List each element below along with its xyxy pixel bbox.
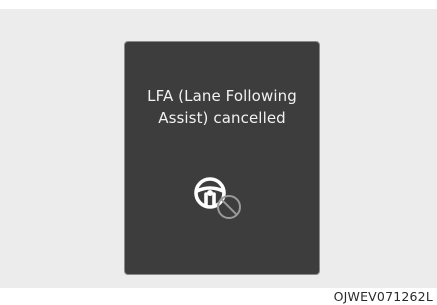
steering-wheel-cancelled-icon bbox=[186, 169, 258, 225]
popup-message-line-1: LFA (Lane Following bbox=[147, 87, 297, 105]
prohibition-icon bbox=[217, 195, 241, 219]
lfa-cancelled-popup: LFA (Lane Following Assist) cancelled bbox=[124, 41, 320, 275]
figure-reference-code: OJWEV071262L bbox=[333, 289, 433, 304]
popup-message-line-2: Assist) cancelled bbox=[158, 109, 286, 127]
popup-message: LFA (Lane Following Assist) cancelled bbox=[125, 85, 319, 129]
